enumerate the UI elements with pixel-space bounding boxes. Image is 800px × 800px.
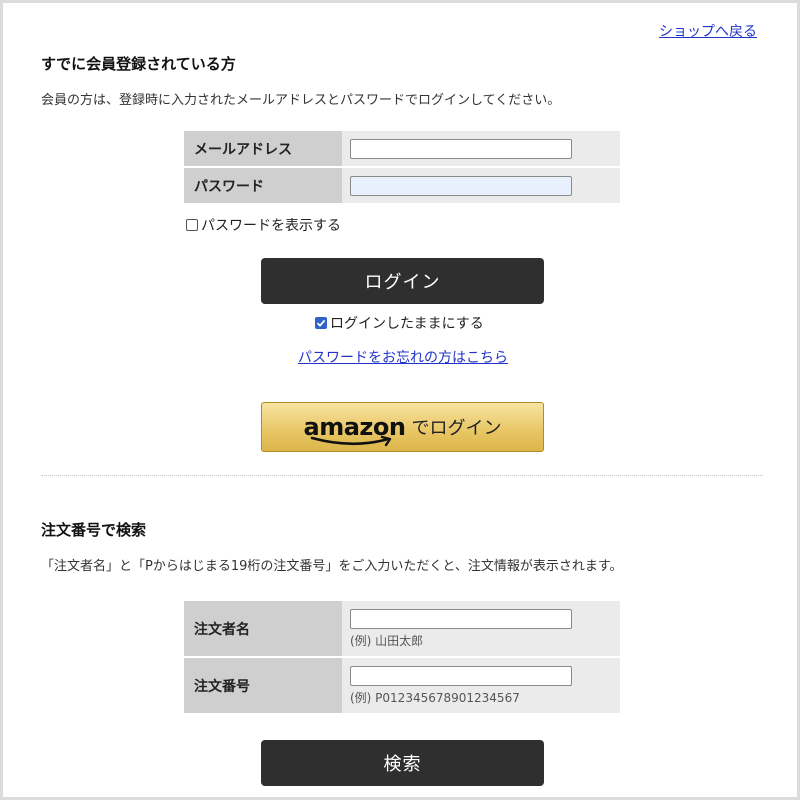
order-name-label: 注文者名 bbox=[184, 601, 342, 658]
forgot-password-link: パスワードをお忘れの方はこちら bbox=[3, 347, 800, 367]
order-number-label: 注文番号 bbox=[184, 658, 342, 715]
email-row: メールアドレス bbox=[184, 131, 620, 168]
search-button[interactable]: 検索 bbox=[261, 740, 544, 786]
login-form-table: メールアドレス パスワード bbox=[184, 131, 620, 205]
password-field[interactable] bbox=[350, 176, 572, 197]
password-cell bbox=[342, 168, 620, 205]
amazon-login-label: でログイン bbox=[411, 418, 502, 439]
password-label: パスワード bbox=[184, 168, 342, 205]
order-number-cell: (例) P012345678901234567 bbox=[342, 658, 620, 715]
email-label: メールアドレス bbox=[184, 131, 342, 168]
order-number-field[interactable] bbox=[350, 666, 572, 687]
login-button[interactable]: ログイン bbox=[261, 258, 544, 304]
order-number-hint: (例) P012345678901234567 bbox=[350, 691, 520, 706]
order-search-title: 注文番号で検索 bbox=[41, 521, 147, 539]
show-password-option[interactable]: パスワードを表示する bbox=[186, 215, 341, 235]
page-frame: ショップへ戻る すでに会員登録されている方 会員の方は、登録時に入力されたメール… bbox=[0, 0, 800, 800]
remember-login-label: ログインしたままにする bbox=[330, 316, 484, 332]
order-number-row: 注文番号 (例) P012345678901234567 bbox=[184, 658, 620, 715]
forgot-password-link-text[interactable]: パスワードをお忘れの方はこちら bbox=[298, 350, 508, 366]
remember-login-option[interactable]: ログインしたままにする bbox=[315, 313, 484, 333]
amazon-login-button[interactable]: amazon でログイン bbox=[261, 402, 544, 452]
order-name-field[interactable] bbox=[350, 609, 572, 630]
remember-login-checkbox[interactable] bbox=[315, 317, 327, 329]
order-name-row: 注文者名 (例) 山田太郎 bbox=[184, 601, 620, 658]
order-name-cell: (例) 山田太郎 bbox=[342, 601, 620, 658]
checkmark-icon bbox=[316, 319, 326, 327]
amazon-smile-arrow-icon bbox=[310, 435, 391, 447]
order-name-hint: (例) 山田太郎 bbox=[350, 634, 424, 649]
show-password-label: パスワードを表示する bbox=[201, 218, 341, 234]
amazon-logo: amazon bbox=[304, 415, 406, 447]
back-to-shop-link[interactable]: ショップへ戻る bbox=[659, 21, 757, 41]
member-login-title: すでに会員登録されている方 bbox=[41, 55, 236, 73]
password-row: パスワード bbox=[184, 168, 620, 205]
show-password-checkbox[interactable] bbox=[186, 219, 198, 231]
email-field[interactable] bbox=[350, 139, 572, 160]
order-search-table: 注文者名 (例) 山田太郎 注文番号 (例) P0123456789012345… bbox=[184, 601, 620, 715]
member-login-description: 会員の方は、登録時に入力されたメールアドレスとパスワードでログインしてください。 bbox=[41, 93, 561, 108]
order-search-description: 「注文者名」と「Pからはじまる19桁の注文番号」をご入力いただくと、注文情報が表… bbox=[41, 559, 623, 574]
email-cell bbox=[342, 131, 620, 168]
section-divider bbox=[41, 475, 763, 476]
